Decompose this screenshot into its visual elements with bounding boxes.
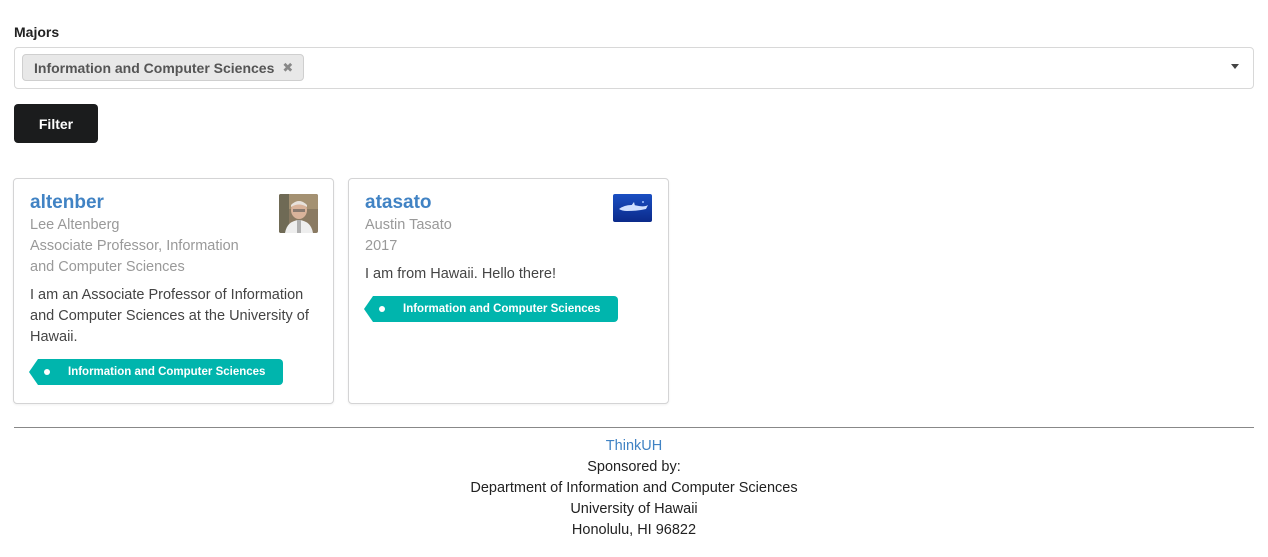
profile-bio: I am an Associate Professor of Informati…	[30, 287, 309, 345]
remove-chip-icon[interactable]: ✖	[282, 61, 293, 74]
page: Majors Information and Computer Sciences…	[0, 0, 1268, 557]
tag-dot-icon	[379, 306, 385, 312]
profile-card: altenber Lee Altenberg Associate Profess…	[13, 178, 334, 404]
profile-username-link[interactable]: altenber	[30, 191, 317, 215]
profile-username-link[interactable]: atasato	[365, 191, 652, 215]
majors-label: Majors	[14, 24, 60, 40]
footer-university: University of Hawaii	[570, 501, 698, 517]
profile-title: Associate Professor, Information and Com…	[30, 238, 239, 275]
footer-department: Department of Information and Computer S…	[470, 480, 798, 496]
major-tag[interactable]: Information and Computer Sciences	[363, 296, 619, 322]
dropdown-caret-icon[interactable]	[1231, 64, 1239, 69]
profile-card: atasato Austin Tasato 2017 I am from Haw…	[348, 178, 669, 404]
filter-button[interactable]: Filter	[14, 104, 98, 143]
major-tag[interactable]: Information and Computer Sciences	[28, 359, 284, 385]
tag-dot-icon	[44, 369, 50, 375]
tag-label: Information and Computer Sciences	[68, 366, 266, 378]
chip-label: Information and Computer Sciences	[34, 59, 275, 76]
majors-dropdown[interactable]: Information and Computer Sciences ✖	[14, 47, 1254, 89]
profile-name: Austin Tasato	[365, 217, 452, 233]
tag-label: Information and Computer Sciences	[403, 303, 601, 315]
footer: ThinkUH Sponsored by: Department of Info…	[0, 436, 1268, 541]
footer-address: Honolulu, HI 96822	[571, 522, 697, 538]
footer-divider	[14, 427, 1254, 428]
profile-title: 2017	[365, 238, 398, 254]
profile-name: Lee Altenberg	[30, 217, 120, 233]
footer-site-link[interactable]: ThinkUH	[0, 436, 1268, 457]
profile-bio: I am from Hawaii. Hello there!	[365, 266, 556, 282]
selected-major-chip: Information and Computer Sciences ✖	[22, 54, 305, 81]
footer-sponsored: Sponsored by:	[587, 459, 681, 475]
